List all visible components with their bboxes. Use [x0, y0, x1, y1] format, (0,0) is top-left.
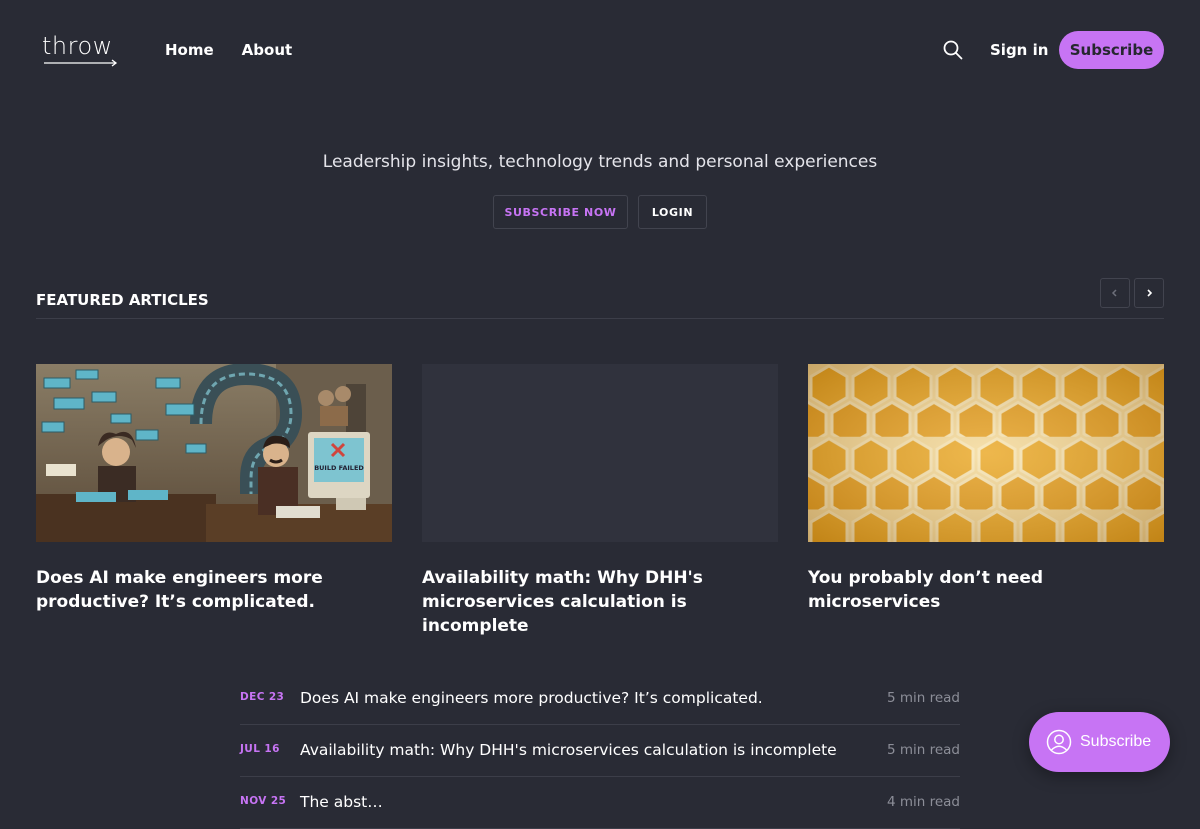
- card-title[interactable]: You probably don’t need microservices: [808, 566, 1164, 614]
- list-item[interactable]: DEC 23 Does AI make engineers more produ…: [240, 673, 960, 725]
- nav-about[interactable]: About: [242, 40, 293, 60]
- portal-subscribe-button[interactable]: Subscribe: [1029, 712, 1170, 772]
- login-button[interactable]: LOGIN: [638, 195, 707, 229]
- post-date: NOV 25: [240, 795, 287, 807]
- honeycomb-photo: [808, 364, 1164, 542]
- nav-home[interactable]: Home: [165, 40, 214, 60]
- featured-articles-heading: FEATURED ARTICLES: [36, 291, 209, 309]
- card-image-honeycomb[interactable]: [808, 364, 1164, 542]
- post-title[interactable]: Availability math: Why DHH's microservic…: [300, 740, 837, 760]
- chevron-right-icon: [1147, 289, 1153, 297]
- site-header: throw Home About Sign in Subscribe: [0, 0, 1200, 100]
- post-read-time: 5 min read: [886, 742, 960, 758]
- featured-card[interactable]: You probably don’t need microservices: [808, 364, 1164, 614]
- main-nav: Home About: [165, 40, 292, 60]
- build-failed-text: BUILD FAILED: [314, 464, 364, 472]
- user-icon: [1046, 729, 1072, 755]
- carousel-prev-button[interactable]: [1100, 278, 1130, 308]
- chevron-left-icon: [1111, 289, 1117, 297]
- featured-card[interactable]: Availability math: Why DHH's microservic…: [422, 364, 778, 638]
- site-tagline: Leadership insights, technology trends a…: [322, 152, 878, 172]
- search-button[interactable]: [942, 39, 964, 61]
- subscribe-button[interactable]: Subscribe: [1059, 31, 1164, 69]
- post-title[interactable]: The abst…: [300, 792, 383, 812]
- post-title[interactable]: Does AI make engineers more productive? …: [300, 688, 763, 708]
- post-read-time: 5 min read: [886, 690, 960, 706]
- post-date: JUL 16: [240, 743, 280, 755]
- site-logo[interactable]: throw: [42, 32, 122, 67]
- hero-actions: SUBSCRIBE NOW LOGIN: [493, 195, 707, 229]
- card-title[interactable]: Does AI make engineers more productive? …: [36, 566, 392, 614]
- subscribe-now-button[interactable]: SUBSCRIBE NOW: [493, 195, 628, 229]
- logo-text: throw: [42, 32, 113, 60]
- portal-label: Subscribe: [1080, 733, 1152, 750]
- list-item[interactable]: NOV 25 The abst… 4 min read: [240, 777, 960, 829]
- signin-link[interactable]: Sign in: [990, 40, 1048, 60]
- card-image-ai-engineers[interactable]: BUILD FAILED: [36, 364, 392, 542]
- carousel-next-button[interactable]: [1134, 278, 1164, 308]
- featured-divider: [36, 318, 1164, 319]
- card-title[interactable]: Availability math: Why DHH's microservic…: [422, 566, 778, 638]
- list-item[interactable]: JUL 16 Availability math: Why DHH's micr…: [240, 725, 960, 777]
- post-date: DEC 23: [240, 691, 285, 703]
- featured-card[interactable]: BUILD FAILED Does AI make engineers more…: [36, 364, 392, 614]
- ai-engineers-illustration: BUILD FAILED: [36, 364, 392, 542]
- post-read-time: 4 min read: [886, 794, 960, 810]
- search-icon: [943, 40, 963, 60]
- logo-arrow-icon: [44, 59, 118, 67]
- post-list: DEC 23 Does AI make engineers more produ…: [240, 673, 960, 829]
- card-image-placeholder[interactable]: [422, 364, 778, 542]
